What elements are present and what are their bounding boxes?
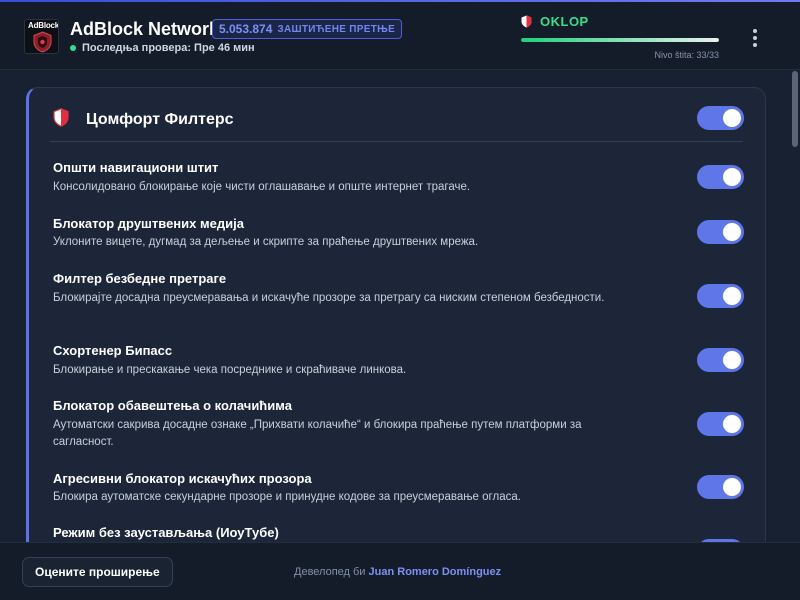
- filter-description: Блокирајте досадна преусмеравања и искач…: [53, 292, 605, 304]
- filter-toggle-cookie-notices[interactable]: [697, 412, 744, 436]
- filter-title: Блокатор обавештења о колачићима: [53, 398, 292, 413]
- card-title: Цомфорт Филтерс: [86, 111, 234, 128]
- kebab-menu-icon: [753, 29, 757, 33]
- shield-icon: [521, 15, 532, 28]
- kebab-menu-dot: [753, 43, 757, 47]
- card-header: Цомфорт Филтерс: [53, 108, 745, 142]
- shield-icon: [53, 108, 69, 127]
- filter-title: Схортенер Бипасс: [53, 343, 173, 358]
- shield-level-bar: [521, 38, 719, 42]
- filter-toggle-shortener-bypass[interactable]: [697, 348, 744, 372]
- online-dot-icon: [70, 45, 76, 51]
- card-divider: [50, 141, 743, 142]
- scrollbar[interactable]: [791, 70, 800, 542]
- rate-extension-button[interactable]: Оцените проширење: [22, 557, 173, 587]
- developer-name-link[interactable]: Juan Romero Domínguez: [369, 566, 502, 578]
- last-check-text: Последња провера: Пре 46 мин: [82, 42, 255, 54]
- shield-status: OKLOP: [521, 14, 589, 29]
- scrollbar-thumb[interactable]: [792, 71, 798, 147]
- filter-title: Филтер безбедне претраге: [53, 271, 227, 286]
- shield-label: OKLOP: [540, 14, 589, 29]
- filter-description: Уклоните вицете, дугмад за дељење и скри…: [53, 236, 479, 248]
- filter-title: Агресивни блокатор искачућих прозора: [53, 471, 312, 486]
- app-logo: AdBlock: [24, 19, 59, 54]
- filter-description: Блокирање и прескакање чека посреднике и…: [53, 364, 407, 376]
- blocked-count: 5.053.874: [219, 22, 273, 36]
- master-toggle[interactable]: [697, 106, 744, 130]
- filter-toggle-safe-search[interactable]: [697, 284, 744, 308]
- blocked-label: ЗАШТИЋЕНЕ ПРЕТЊЕ: [277, 23, 396, 35]
- filter-title: Режим без заустављања (ИоуТубе): [53, 525, 279, 540]
- filter-title: Општи навигациони штит: [53, 160, 219, 175]
- shield-level-text: Nivo štita: 33/33: [654, 50, 719, 60]
- app-title: AdBlock Network: [70, 19, 220, 39]
- filter-description: Аутоматски сакрива досадне ознаке „Прихв…: [53, 419, 582, 448]
- shield-level-fill: [521, 38, 719, 42]
- more-options-button[interactable]: [744, 26, 766, 50]
- filter-toggle-general-shield[interactable]: [697, 165, 744, 189]
- filter-toggle-popup-blocker[interactable]: [697, 475, 744, 499]
- last-check-status: Последња провера: Пре 46 мин: [70, 42, 255, 54]
- developer-credit: Девелопед би Juan Romero Domínguez: [294, 566, 501, 578]
- filter-toggle-social-media[interactable]: [697, 220, 744, 244]
- comfort-filters-card: Цомфорт Филтерс Општи навигациони штит К…: [26, 87, 766, 557]
- kebab-menu-dot: [753, 36, 757, 40]
- logo-text: AdBlock: [28, 21, 59, 30]
- app-header: AdBlock AdBlock Network 5.053.874 ЗАШТИЋ…: [0, 2, 800, 70]
- developer-prefix: Девелопед би: [294, 566, 366, 578]
- filter-description: Блокира аутоматске секундарне прозоре и …: [53, 491, 521, 503]
- app-footer: Оцените проширење Девелопед би Juan Rome…: [0, 542, 800, 600]
- filter-description: Консолидовано блокирање које чисти оглаш…: [53, 181, 471, 193]
- filter-title: Блокатор друштвених медија: [53, 216, 244, 231]
- shield-logo-icon: [33, 31, 52, 53]
- blocked-threats-badge: 5.053.874 ЗАШТИЋЕНЕ ПРЕТЊЕ: [212, 19, 403, 39]
